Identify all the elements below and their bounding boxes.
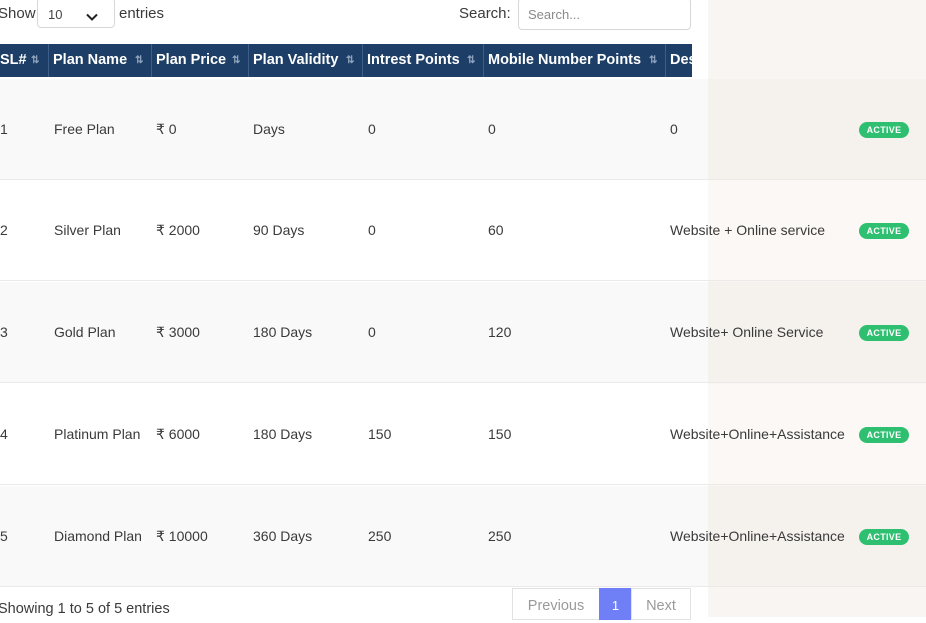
column-header-label: Plan Price — [156, 52, 227, 68]
entries-label: entries — [119, 5, 165, 22]
cell-plan-price: ₹ 10000 — [156, 528, 208, 544]
column-header-mobile-number-points[interactable]: Mobile Number Points ⇅ — [484, 44, 666, 77]
sort-arrows-icon: ⇅ — [649, 55, 658, 66]
page-length-select[interactable]: 10 — [37, 0, 115, 28]
table-toolbar: Show 10 entries Search: — [0, 0, 692, 32]
column-header-label: Mobile Number Points — [488, 52, 642, 68]
cell-plan-price: ₹ 6000 — [156, 426, 200, 442]
cell-interest-points: 0 — [368, 324, 376, 340]
cell-plan-validity: 180 Days — [253, 426, 313, 442]
status-badge: ACTIVE — [859, 529, 909, 545]
cell-mobile-number-points: 0 — [488, 121, 496, 137]
cell-plan-name: Gold Plan — [54, 324, 116, 340]
column-header-interest-points[interactable]: Intrest Points ⇅ — [363, 44, 484, 77]
status-badge: ACTIVE — [859, 427, 909, 443]
row-divider — [0, 484, 926, 485]
search-input[interactable] — [518, 0, 691, 30]
column-header-plan-name[interactable]: Plan Name ⇅ — [49, 44, 152, 77]
column-header-label: Plan Validity — [253, 52, 339, 68]
row-divider — [0, 382, 926, 383]
page-length-value: 10 — [48, 7, 63, 22]
cell-plan-name: Platinum Plan — [54, 426, 141, 442]
chevron-down-icon — [86, 9, 98, 24]
cell-description: 0 — [670, 121, 678, 137]
cell-plan-validity: 360 Days — [253, 528, 313, 544]
search-label: Search: — [459, 5, 511, 22]
status-badge: ACTIVE — [859, 122, 909, 138]
column-header-label: SL# — [0, 52, 27, 68]
cell-plan-name: Silver Plan — [54, 222, 121, 238]
cell-plan-price: ₹ 3000 — [156, 324, 200, 340]
cell-description: Website+ Online Service — [670, 324, 824, 340]
cell-description: Website+Online+Assistance — [670, 426, 845, 442]
cell-interest-points: 0 — [368, 222, 376, 238]
cell-mobile-number-points: 150 — [488, 426, 512, 442]
cell-plan-price: ₹ 0 — [156, 121, 177, 137]
cell-description: Website+Online+Assistance — [670, 528, 845, 544]
show-label: Show — [0, 5, 36, 22]
cell-plan-name: Diamond Plan — [54, 528, 142, 544]
next-page-button[interactable]: Next — [631, 588, 691, 620]
table-row: 3 Gold Plan ₹ 3000 180 Days 0 120 Websit… — [0, 282, 926, 383]
cell-mobile-number-points: 250 — [488, 528, 512, 544]
cell-plan-price: ₹ 2000 — [156, 222, 200, 238]
column-header-sl[interactable]: SL# ⇅ — [0, 44, 49, 77]
cell-sl: 4 — [0, 426, 8, 442]
cell-plan-validity: 90 Days — [253, 222, 305, 238]
status-badge: ACTIVE — [859, 223, 909, 239]
sort-arrows-icon: ⇅ — [135, 55, 144, 66]
row-divider — [0, 586, 926, 587]
table-row: 1 Free Plan ₹ 0 Days 0 0 0 ACTIVE — [0, 79, 926, 180]
cell-plan-validity: 180 Days — [253, 324, 313, 340]
previous-page-button[interactable]: Previous — [512, 588, 600, 620]
cell-interest-points: 150 — [368, 426, 392, 442]
table-header: SL# ⇅ Plan Name ⇅ Plan Price ⇅ Plan Vali… — [0, 44, 692, 77]
column-header-description[interactable]: Des — [666, 44, 692, 77]
column-header-label: Des — [670, 52, 692, 68]
column-header-label: Plan Name — [53, 52, 128, 68]
cell-interest-points: 0 — [368, 121, 376, 137]
cell-sl: 3 — [0, 324, 8, 340]
table-row: 2 Silver Plan ₹ 2000 90 Days 0 60 Websit… — [0, 180, 926, 281]
table-row: 5 Diamond Plan ₹ 10000 360 Days 250 250 … — [0, 486, 926, 587]
page-1-button[interactable]: 1 — [599, 588, 632, 620]
cell-description: Website + Online service — [670, 222, 825, 238]
table-info: Showing 1 to 5 of 5 entries — [0, 601, 170, 617]
status-badge: ACTIVE — [859, 325, 909, 341]
cell-sl: 1 — [0, 121, 8, 137]
sort-arrows-icon: ⇅ — [232, 55, 241, 66]
column-header-label: Intrest Points — [367, 52, 460, 68]
cell-mobile-number-points: 60 — [488, 222, 504, 238]
cell-sl: 5 — [0, 528, 8, 544]
row-divider — [0, 280, 926, 281]
cell-interest-points: 250 — [368, 528, 392, 544]
column-header-plan-price[interactable]: Plan Price ⇅ — [152, 44, 249, 77]
table-row: 4 Platinum Plan ₹ 6000 180 Days 150 150 … — [0, 384, 926, 485]
cell-mobile-number-points: 120 — [488, 324, 512, 340]
cell-plan-name: Free Plan — [54, 121, 115, 137]
sort-arrows-icon: ⇅ — [31, 55, 40, 66]
sort-arrows-icon: ⇅ — [346, 55, 355, 66]
sort-arrows-icon: ⇅ — [467, 55, 476, 66]
cell-sl: 2 — [0, 222, 8, 238]
cell-plan-validity: Days — [253, 121, 285, 137]
column-header-plan-validity[interactable]: Plan Validity ⇅ — [249, 44, 363, 77]
